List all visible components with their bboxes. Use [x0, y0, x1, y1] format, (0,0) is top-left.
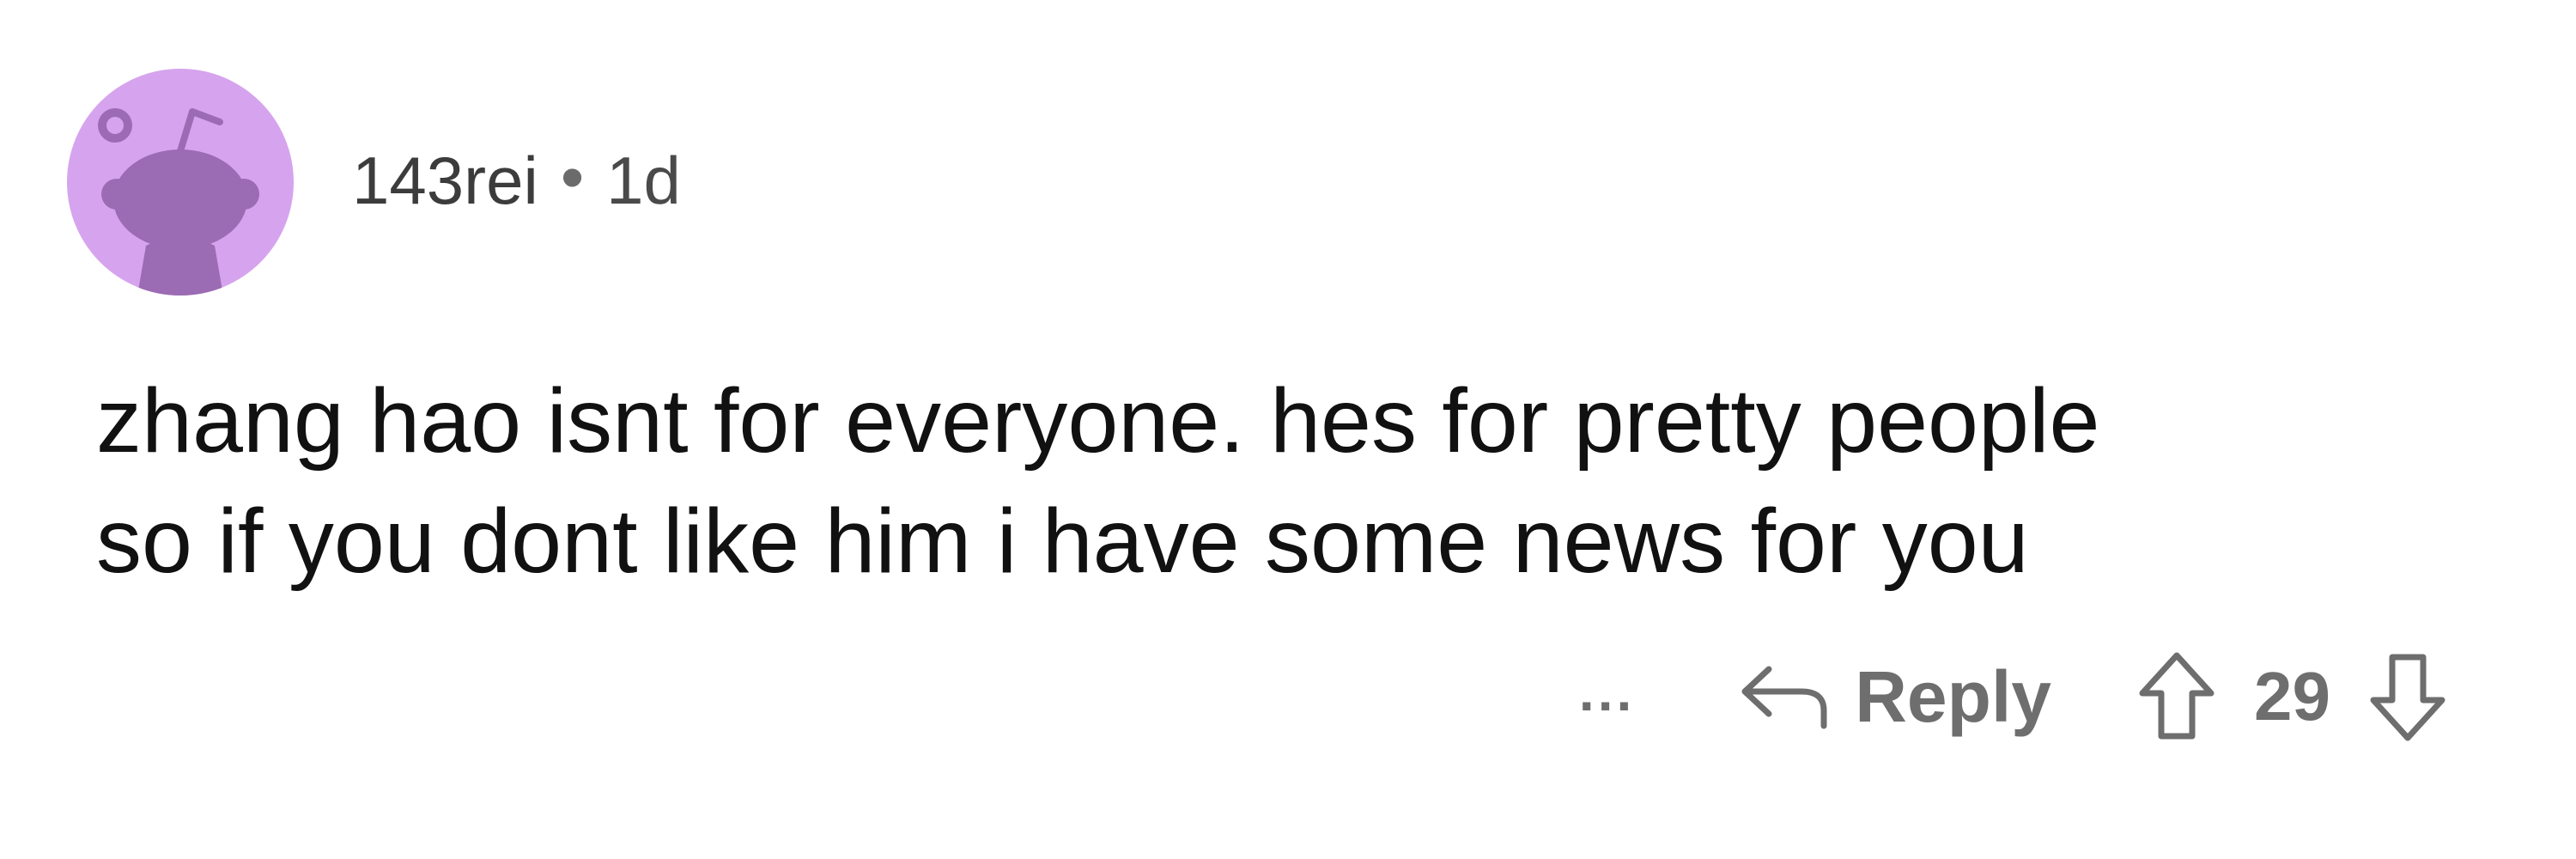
reply-button[interactable]: Reply — [1738, 655, 2051, 739]
reply-arrow-icon — [1741, 666, 1827, 729]
avatar[interactable] — [67, 69, 294, 295]
reddit-snoo-avatar-icon — [98, 108, 259, 295]
comment-age: 1d — [606, 142, 681, 218]
comment-meta: 143rei • 1d — [352, 137, 681, 223]
comment-body: zhang hao isnt for everyone. hes for pre… — [96, 361, 2518, 601]
vote-count: 29 — [2254, 658, 2330, 734]
reply-label: Reply — [1855, 655, 2052, 737]
more-options-button[interactable]: ... — [1579, 660, 1635, 723]
comment-text-line: zhang hao isnt for everyone. hes for pre… — [96, 370, 2100, 472]
comment-actions: ... Reply 29 — [1579, 641, 2447, 752]
comment-text-line: so if you dont like him i have some news… — [96, 490, 2029, 592]
downvote-arrow-icon[interactable] — [2368, 650, 2447, 743]
comment: 143rei • 1d zhang hao isnt for everyone.… — [0, 0, 2576, 859]
vote-controls: 29 — [2137, 650, 2447, 743]
meta-separator: • — [560, 138, 585, 215]
upvote-arrow-icon[interactable] — [2137, 650, 2216, 743]
username[interactable]: 143rei — [352, 142, 538, 220]
